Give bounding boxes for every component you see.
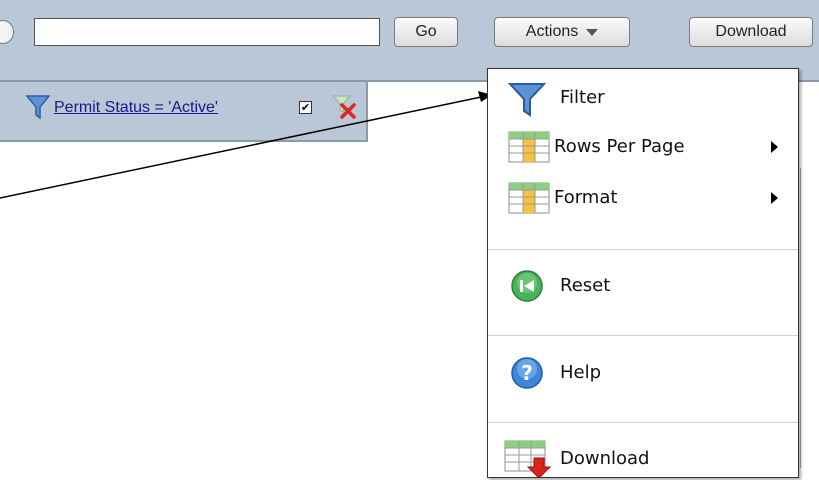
menu-separator — [488, 249, 798, 250]
menu-item-rows-per-page-label: Rows Per Page — [554, 136, 685, 157]
table-icon — [508, 182, 550, 214]
svg-text:?: ? — [521, 361, 533, 385]
submenu-arrow-icon — [771, 141, 778, 153]
menu-separator — [488, 422, 798, 423]
help-icon: ? — [511, 357, 543, 389]
menu-item-format-label: Format — [554, 187, 618, 208]
menu-item-filter[interactable]: Filter — [488, 79, 798, 119]
menu-item-rows-per-page[interactable]: Rows Per Page — [488, 128, 798, 168]
menu-item-filter-label: Filter — [560, 87, 605, 108]
actions-menu: Filter Rows Per Page Format Reset ? Help… — [487, 68, 799, 478]
menu-item-reset[interactable]: Reset — [488, 267, 798, 307]
funnel-icon — [508, 83, 546, 117]
menu-item-download[interactable]: Download — [488, 440, 798, 480]
menu-item-format[interactable]: Format — [488, 179, 798, 219]
panel-border — [800, 168, 801, 468]
menu-item-help[interactable]: ? Help — [488, 354, 798, 394]
reset-icon — [511, 270, 543, 302]
menu-item-reset-label: Reset — [560, 275, 611, 296]
submenu-arrow-icon — [771, 192, 778, 204]
menu-separator — [488, 335, 798, 336]
download-table-icon — [504, 440, 552, 478]
menu-item-help-label: Help — [560, 362, 602, 383]
menu-item-download-label: Download — [560, 448, 650, 469]
table-icon — [508, 131, 550, 163]
